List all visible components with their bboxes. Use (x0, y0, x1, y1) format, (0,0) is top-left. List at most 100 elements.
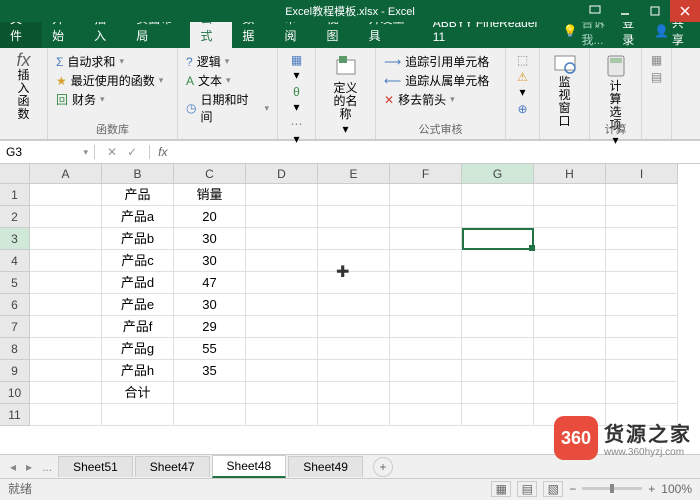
cell[interactable]: 47 (174, 272, 246, 294)
row-header[interactable]: 4 (0, 250, 30, 272)
cell[interactable] (246, 316, 318, 338)
cell[interactable] (534, 338, 606, 360)
cancel-formula-icon[interactable]: ✕ (107, 145, 117, 159)
show-formulas-button[interactable]: ⬚ (514, 52, 531, 69)
ribbon-options-icon[interactable] (580, 0, 610, 22)
cell[interactable] (30, 250, 102, 272)
cell[interactable]: 产品c (102, 250, 174, 272)
sheet-nav-more[interactable]: ... (38, 460, 56, 474)
cell[interactable] (606, 184, 678, 206)
cell[interactable] (390, 206, 462, 228)
math-button[interactable]: θ▾ (286, 84, 307, 116)
col-header[interactable]: B (102, 164, 174, 184)
spreadsheet-grid[interactable]: 1234567891011 ABCDEFGHI 产品销量 产品a20产品b30产… (0, 164, 700, 454)
financial-button[interactable]: 回财务▾ (56, 90, 169, 109)
cell[interactable] (534, 294, 606, 316)
cell[interactable]: 产品b (102, 228, 174, 250)
cell[interactable] (318, 338, 390, 360)
row-header[interactable]: 9 (0, 360, 30, 382)
cell[interactable] (462, 272, 534, 294)
cell[interactable] (534, 316, 606, 338)
cell[interactable]: 30 (174, 250, 246, 272)
cell[interactable] (246, 250, 318, 272)
insert-function-button[interactable]: fx 插入函数 (8, 52, 39, 123)
cell[interactable] (390, 338, 462, 360)
cell[interactable] (30, 184, 102, 206)
cell[interactable] (606, 228, 678, 250)
zoom-slider[interactable] (582, 487, 642, 490)
row-header[interactable]: 2 (0, 206, 30, 228)
cell[interactable] (246, 228, 318, 250)
cell[interactable] (390, 404, 462, 426)
cell[interactable] (318, 250, 390, 272)
calc-now-button[interactable]: ▦ (650, 52, 663, 69)
sheet-tab[interactable]: Sheet51 (58, 456, 133, 477)
cell[interactable]: 产品g (102, 338, 174, 360)
cell[interactable] (390, 250, 462, 272)
cell[interactable] (390, 382, 462, 404)
cell[interactable] (534, 184, 606, 206)
cell[interactable] (246, 338, 318, 360)
row-header[interactable]: 7 (0, 316, 30, 338)
cell[interactable] (30, 404, 102, 426)
defined-names-button[interactable]: 定义的名称▾ (324, 52, 367, 138)
row-header[interactable]: 6 (0, 294, 30, 316)
cell[interactable] (390, 360, 462, 382)
cell[interactable] (534, 228, 606, 250)
cell[interactable] (534, 382, 606, 404)
fx-label[interactable]: fx (150, 145, 175, 159)
cell[interactable] (30, 382, 102, 404)
cell[interactable]: 35 (174, 360, 246, 382)
cell[interactable]: 合计 (102, 382, 174, 404)
view-normal-button[interactable]: ▦ (491, 481, 511, 497)
cell[interactable] (606, 206, 678, 228)
cell[interactable] (462, 316, 534, 338)
cell[interactable] (462, 382, 534, 404)
cell[interactable]: 产品a (102, 206, 174, 228)
cell[interactable] (318, 228, 390, 250)
error-check-button[interactable]: ⚠▾ (514, 69, 531, 101)
cell[interactable]: 销量 (174, 184, 246, 206)
text-button[interactable]: A文本▾ (186, 71, 269, 90)
col-header[interactable]: G (462, 164, 534, 184)
cell[interactable] (318, 404, 390, 426)
sheet-tab[interactable]: Sheet49 (288, 456, 363, 477)
cell[interactable] (318, 294, 390, 316)
col-header[interactable]: H (534, 164, 606, 184)
cell[interactable] (30, 360, 102, 382)
cell[interactable] (174, 382, 246, 404)
cell[interactable] (318, 272, 390, 294)
col-header[interactable]: D (246, 164, 318, 184)
cell[interactable]: 29 (174, 316, 246, 338)
row-header[interactable]: 1 (0, 184, 30, 206)
cell[interactable] (462, 338, 534, 360)
cell[interactable] (30, 228, 102, 250)
more-fn-button[interactable]: ⋯▾ (286, 116, 307, 148)
cell[interactable] (606, 272, 678, 294)
cell[interactable] (462, 184, 534, 206)
sheet-tab[interactable]: Sheet47 (135, 456, 210, 477)
name-box[interactable]: G3▾ (0, 145, 95, 159)
cell[interactable]: 产品 (102, 184, 174, 206)
cell[interactable] (30, 272, 102, 294)
cell[interactable] (390, 316, 462, 338)
row-header[interactable]: 8 (0, 338, 30, 360)
cell[interactable] (174, 404, 246, 426)
cell[interactable] (318, 360, 390, 382)
cell[interactable] (606, 250, 678, 272)
evaluate-button[interactable]: ⊕ (514, 101, 531, 118)
cell[interactable] (246, 206, 318, 228)
cell[interactable] (246, 272, 318, 294)
cell[interactable] (462, 294, 534, 316)
zoom-in-button[interactable]: + (648, 482, 655, 496)
cell[interactable]: 产品d (102, 272, 174, 294)
cell[interactable] (30, 316, 102, 338)
cell[interactable] (534, 206, 606, 228)
cell[interactable] (534, 272, 606, 294)
zoom-level[interactable]: 100% (661, 482, 692, 496)
cell[interactable] (30, 338, 102, 360)
cell[interactable]: 55 (174, 338, 246, 360)
cell[interactable] (246, 382, 318, 404)
zoom-out-button[interactable]: − (569, 482, 576, 496)
cell[interactable]: 产品e (102, 294, 174, 316)
